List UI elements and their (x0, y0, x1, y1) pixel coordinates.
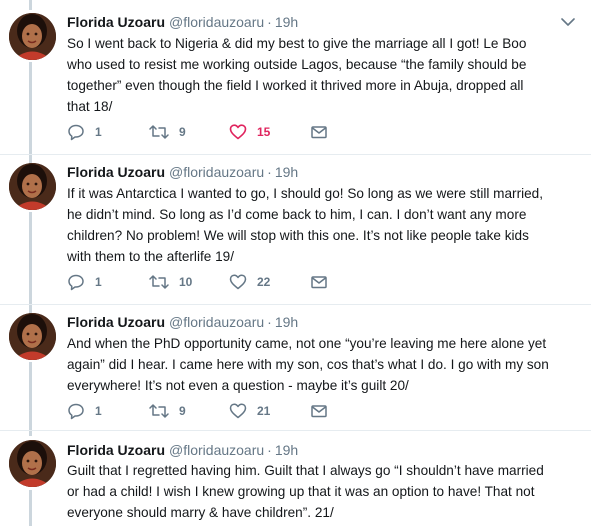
tweet[interactable]: Florida Uzoaru @floridauzoaru · 19h If it w… (0, 162, 591, 302)
retweet-icon (149, 125, 169, 139)
tweet-header: Florida Uzoaru @floridauzoaru · 19h (67, 440, 298, 460)
avatar[interactable] (9, 13, 56, 60)
envelope-icon (311, 126, 327, 139)
retweet-button[interactable]: 10 (149, 272, 192, 292)
retweet-icon (149, 275, 169, 289)
retweet-button[interactable]: 9 (149, 401, 186, 421)
divider (0, 430, 591, 431)
tweet-text-line: Guilt that I regretted having him. Guilt… (67, 463, 544, 478)
tweet-text-line: he didn’t mind. So long as I’d come back… (67, 207, 527, 222)
tweet-text: Guilt that I regretted having him. Guilt… (67, 460, 572, 523)
timestamp[interactable]: 19h (275, 14, 298, 30)
like-button[interactable]: 22 (229, 272, 270, 292)
retweet-icon (149, 404, 169, 418)
reply-icon (68, 124, 84, 141)
like-count: 15 (257, 125, 271, 139)
user-handle[interactable]: @floridauzoaru (169, 14, 264, 30)
like-count: 22 (257, 275, 271, 289)
tweet-actions: 1 9 21 (67, 401, 387, 421)
reply-icon (68, 274, 84, 291)
avatar[interactable] (9, 313, 56, 360)
separator: · (267, 314, 272, 330)
tweet-text-line: everywhere! It’s not even a question - m… (67, 378, 409, 393)
like-button[interactable]: 15 (229, 122, 270, 142)
tweet-text-line: again” did I hear. I came here with my s… (67, 357, 549, 372)
reply-icon (68, 403, 84, 420)
tweet-text-line: children? No problem! We will stop with … (67, 228, 529, 243)
direct-message-button[interactable] (310, 401, 328, 421)
envelope-icon (311, 405, 327, 418)
avatar[interactable] (9, 163, 56, 210)
heart-icon (229, 403, 247, 419)
reply-button[interactable]: 1 (67, 272, 102, 292)
tweet-text-line: And when the PhD opportunity came, not o… (67, 336, 547, 351)
tweet-text-line: that 18/ (67, 99, 113, 114)
timestamp[interactable]: 19h (275, 314, 298, 330)
tweet[interactable]: Florida Uzoaru @floridauzoaru · 19h So I we… (0, 12, 591, 152)
heart-icon (229, 274, 247, 290)
chevron-down-icon[interactable] (561, 17, 575, 27)
tweet-actions: 1 9 15 (67, 122, 387, 142)
reply-count: 1 (95, 404, 102, 418)
tweet-text-line: who used to resist me working outside La… (67, 57, 527, 72)
tweet-text-line: or had a child! I wish I knew growing up… (67, 484, 535, 499)
tweet[interactable]: Florida Uzoaru @floridauzoaru · 19h Guilt t… (0, 440, 591, 526)
separator: · (267, 164, 272, 180)
retweet-button[interactable]: 9 (149, 122, 186, 142)
thread-line (29, 0, 32, 10)
tweet-actions: 1 10 22 (67, 272, 387, 292)
display-name[interactable]: Florida Uzoaru (67, 164, 165, 180)
user-handle[interactable]: @floridauzoaru (169, 164, 264, 180)
retweet-count: 10 (179, 275, 193, 289)
timestamp[interactable]: 19h (275, 442, 298, 458)
separator: · (267, 14, 272, 30)
retweet-count: 9 (179, 125, 186, 139)
reply-button[interactable]: 1 (67, 401, 102, 421)
tweet-text: So I went back to Nigeria & did my best … (67, 33, 572, 117)
separator: · (267, 442, 272, 458)
like-button[interactable]: 21 (229, 401, 270, 421)
tweet-text-line: So I went back to Nigeria & did my best … (67, 36, 527, 51)
timestamp[interactable]: 19h (275, 164, 298, 180)
heart-icon (229, 124, 247, 140)
display-name[interactable]: Florida Uzoaru (67, 442, 165, 458)
tweet-header: Florida Uzoaru @floridauzoaru · 19h (67, 12, 298, 32)
display-name[interactable]: Florida Uzoaru (67, 14, 165, 30)
avatar[interactable] (9, 440, 56, 487)
tweet-text-line: everyone should marry & have children”. … (67, 505, 334, 520)
like-count: 21 (257, 404, 271, 418)
user-handle[interactable]: @floridauzoaru (169, 442, 264, 458)
user-handle[interactable]: @floridauzoaru (169, 314, 264, 330)
direct-message-button[interactable] (310, 272, 328, 292)
tweet-text-line: If it was Antarctica I wanted to go, I s… (67, 186, 544, 201)
tweet-text: And when the PhD opportunity came, not o… (67, 333, 572, 396)
tweet-text-line: together” even though the field I worked… (67, 78, 524, 93)
divider (0, 154, 591, 155)
tweet-text: If it was Antarctica I wanted to go, I s… (67, 183, 572, 267)
divider (0, 304, 591, 305)
retweet-count: 9 (179, 404, 186, 418)
tweet-header: Florida Uzoaru @floridauzoaru · 19h (67, 312, 298, 332)
tweet-header: Florida Uzoaru @floridauzoaru · 19h (67, 162, 298, 182)
tweet-text-line: with them to the afterlife 19/ (67, 249, 234, 264)
tweet[interactable]: Florida Uzoaru @floridauzoaru · 19h And whe… (0, 312, 591, 428)
reply-button[interactable]: 1 (67, 122, 102, 142)
envelope-icon (311, 276, 327, 289)
reply-count: 1 (95, 275, 102, 289)
direct-message-button[interactable] (310, 122, 328, 142)
display-name[interactable]: Florida Uzoaru (67, 314, 165, 330)
reply-count: 1 (95, 125, 102, 139)
